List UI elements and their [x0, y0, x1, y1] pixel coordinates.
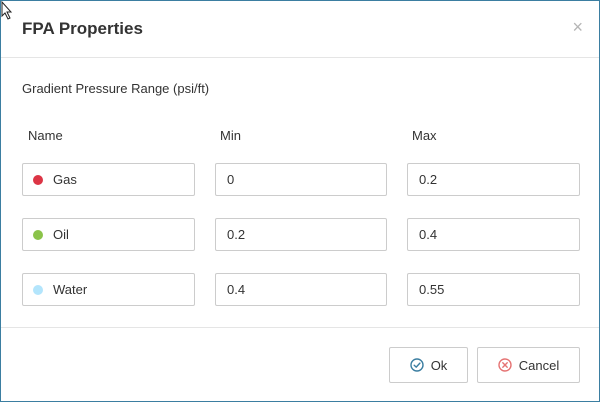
section-label: Gradient Pressure Range (psi/ft) [22, 81, 210, 96]
max-input-gas[interactable]: 0.2 [407, 163, 580, 196]
max-input-water[interactable]: 0.55 [407, 273, 580, 306]
ok-button[interactable]: Ok [389, 347, 468, 383]
min-input-water[interactable]: 0.4 [215, 273, 387, 306]
dialog-header: FPA Properties × [1, 1, 599, 58]
name-field-oil[interactable]: Oil [22, 218, 195, 251]
footer-divider [1, 327, 599, 328]
check-circle-icon [409, 358, 424, 372]
water-color-dot [33, 284, 43, 295]
oil-color-dot [33, 229, 43, 240]
name-field-label: Gas [53, 172, 77, 187]
column-header-name: Name [28, 128, 63, 143]
max-input-oil[interactable]: 0.4 [407, 218, 580, 251]
name-field-label: Oil [53, 227, 69, 242]
column-header-max: Max [412, 128, 437, 143]
cancel-button[interactable]: Cancel [477, 347, 580, 383]
column-header-min: Min [220, 128, 241, 143]
fpa-properties-dialog: FPA Properties × Gradient Pressure Range… [0, 0, 600, 402]
min-input-gas[interactable]: 0 [215, 163, 387, 196]
name-field-water[interactable]: Water [22, 273, 195, 306]
ok-button-label: Ok [430, 357, 448, 373]
gas-color-dot [33, 174, 43, 185]
x-circle-icon [498, 358, 512, 372]
name-field-gas[interactable]: Gas [22, 163, 195, 196]
min-input-oil[interactable]: 0.2 [215, 218, 387, 251]
dialog-title: FPA Properties [22, 19, 143, 38]
close-icon[interactable]: × [572, 18, 583, 36]
name-field-label: Water [53, 282, 88, 297]
cancel-button-label: Cancel [518, 357, 560, 373]
